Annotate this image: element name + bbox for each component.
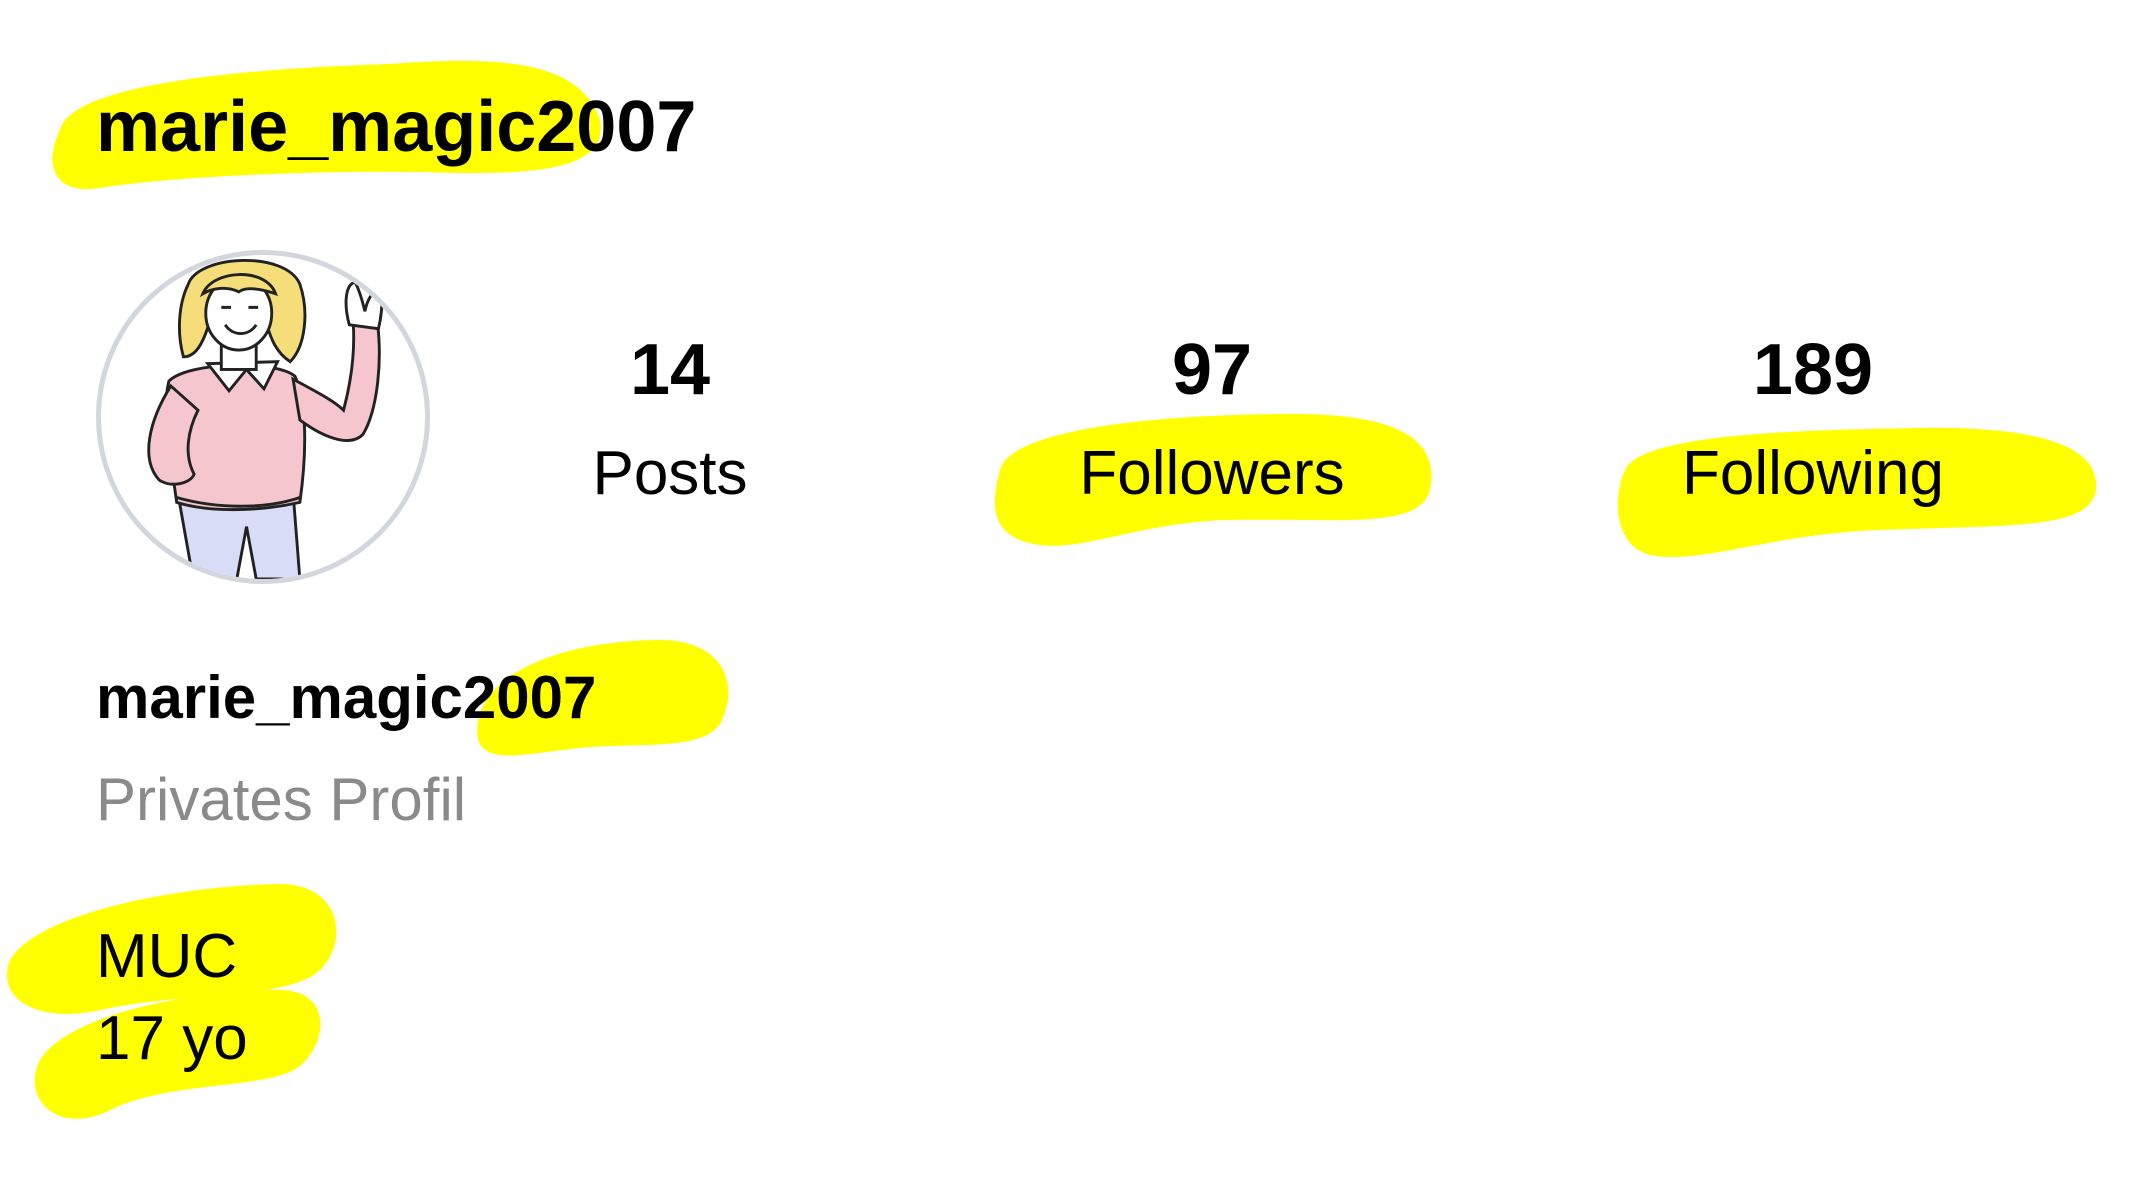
bio-line-age: 17 yo bbox=[96, 1004, 248, 1073]
avatar[interactable] bbox=[96, 250, 430, 584]
profile-name: marie_magic2007 bbox=[96, 664, 597, 731]
stat-followers[interactable]: 97 Followers bbox=[1002, 326, 1422, 514]
stat-followers-count: 97 bbox=[1171, 330, 1253, 410]
stat-posts-label: Posts bbox=[592, 439, 748, 508]
stat-following[interactable]: 189 Following bbox=[1603, 326, 2023, 514]
stat-posts[interactable]: 14 Posts bbox=[460, 326, 880, 514]
header-username: marie_magic2007 bbox=[96, 87, 697, 167]
stat-followers-label: Followers bbox=[1079, 439, 1345, 508]
stat-following-label: Following bbox=[1682, 439, 1944, 508]
marker-highlights bbox=[7, 60, 2097, 1119]
stat-following-count: 189 bbox=[1752, 330, 1874, 410]
profile-privacy-status: Privates Profil bbox=[96, 766, 467, 833]
stat-posts-count: 14 bbox=[629, 330, 711, 410]
illustrated-person-waving-icon bbox=[147, 259, 384, 579]
bio-line-location: MUC bbox=[96, 922, 238, 991]
